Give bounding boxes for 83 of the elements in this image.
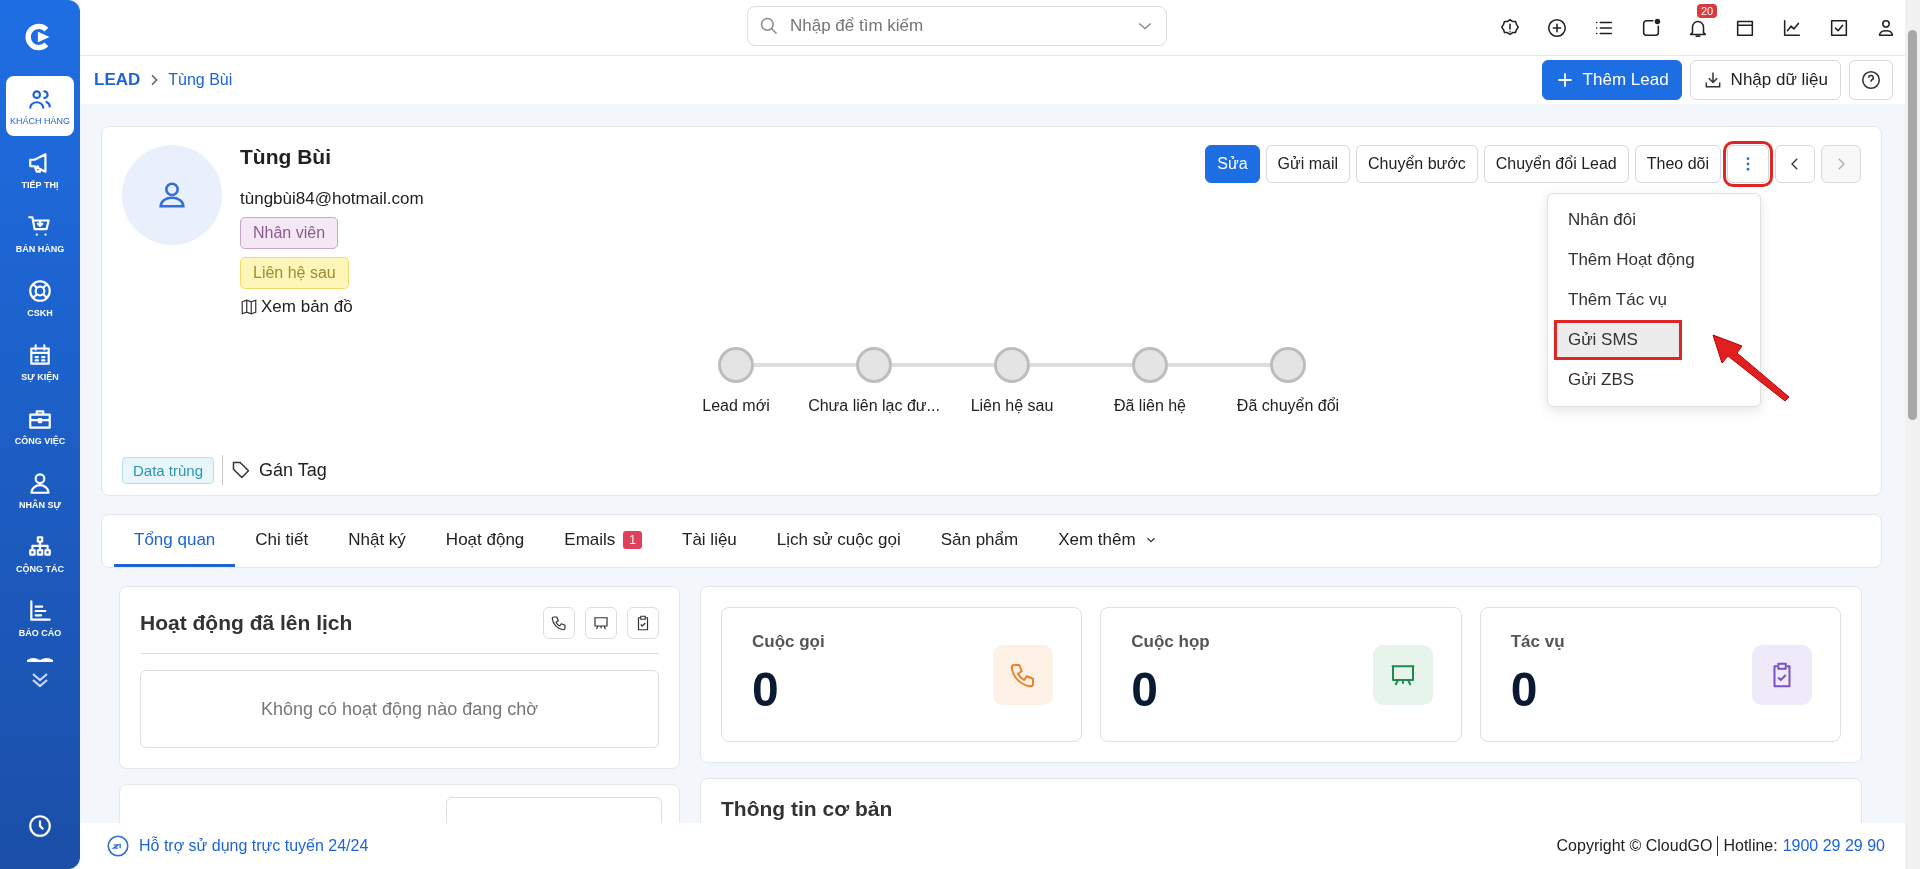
action-button[interactable]: Chuyển đổi Lead bbox=[1483, 145, 1629, 183]
stage-dot[interactable] bbox=[856, 347, 892, 383]
tab[interactable]: Chi tiết bbox=[235, 515, 329, 567]
email-text: tùngbùi84@hotmail.com bbox=[240, 189, 424, 209]
search-field[interactable]: Nhập để tìm kiếm bbox=[747, 6, 1167, 46]
sidebar-item[interactable]: CỘNG TÁC bbox=[6, 524, 74, 584]
clock-icon[interactable] bbox=[27, 813, 53, 839]
tab[interactable]: Tổng quan bbox=[114, 515, 236, 567]
tab[interactable]: Tài liệu bbox=[662, 515, 757, 567]
easel-icon bbox=[592, 614, 610, 632]
calendar-icon bbox=[27, 342, 53, 368]
sidebar-item[interactable]: KHÁCH HÀNG bbox=[6, 76, 74, 136]
sidebar-item[interactable]: BÁN HÀNG bbox=[6, 204, 74, 264]
add-lead-button[interactable]: Thêm Lead bbox=[1541, 60, 1682, 100]
action-button[interactable]: Chuyển bước bbox=[1356, 145, 1478, 183]
sidebar-item[interactable]: NHÂN SỰ bbox=[6, 460, 74, 520]
duplicate-badge: Data trùng bbox=[122, 456, 215, 484]
status-tag: Liên hệ sau bbox=[240, 257, 349, 289]
tab[interactable]: Lịch sử cuộc gọi bbox=[756, 515, 921, 567]
sidebar-item[interactable]: SỰ KIỆN bbox=[6, 332, 74, 392]
stage-label: Đã chuyển đổi bbox=[1236, 397, 1340, 415]
stat-value: 0 bbox=[1131, 662, 1160, 717]
chat-icon[interactable] bbox=[1640, 16, 1662, 39]
stage-dot[interactable] bbox=[994, 347, 1030, 383]
empty-message: Không có hoạt động nào đang chờ bbox=[140, 670, 659, 748]
add-icon[interactable] bbox=[1546, 16, 1568, 39]
sidebar-item[interactable]: CÔNG VIỆC bbox=[6, 396, 74, 456]
stage-label: Chưa liên lạc đư... bbox=[808, 397, 940, 415]
card-title: Thông tin cơ bản bbox=[721, 797, 893, 820]
sidebar-item[interactable]: TIẾP THỊ bbox=[6, 140, 74, 200]
tab[interactable]: Hoạt động bbox=[425, 515, 545, 567]
easel-button[interactable] bbox=[585, 607, 617, 639]
stage-dot[interactable] bbox=[1132, 347, 1168, 383]
map-link[interactable]: Xem bản đồ bbox=[261, 297, 353, 317]
support-link[interactable]: Hỗ trợ sử dụng trực tuyến 24/24 bbox=[139, 837, 369, 855]
help-icon bbox=[1860, 69, 1882, 91]
menu-item[interactable]: Thêm Tác vụ bbox=[1554, 280, 1754, 320]
breadcrumb-current: Tùng Bùi bbox=[168, 71, 233, 89]
copyright-text: Copyright © CloudGO bbox=[1556, 837, 1713, 855]
stat-value: 0 bbox=[752, 662, 780, 717]
status-tag: Nhân viên bbox=[240, 217, 339, 249]
action-button[interactable]: Theo dõi bbox=[1634, 145, 1721, 183]
clipboard-button[interactable] bbox=[627, 607, 659, 639]
sidebar-item[interactable]: CSKH bbox=[6, 268, 74, 328]
menu-item[interactable]: Gửi SMS bbox=[1554, 320, 1682, 360]
hotline-label: Hotline: bbox=[1723, 837, 1778, 855]
bar-chart-icon bbox=[27, 598, 53, 624]
more-icon bbox=[1746, 157, 1750, 171]
search-icon bbox=[759, 16, 779, 36]
tag-icon[interactable] bbox=[231, 460, 252, 480]
stat-label: Tác vụ bbox=[1510, 632, 1565, 652]
phone-icon bbox=[550, 614, 568, 632]
tab[interactable]: Sản phẩm bbox=[920, 515, 1039, 567]
menu-item[interactable]: Nhân đôi bbox=[1554, 200, 1754, 240]
lead-name: Tùng Bùi bbox=[240, 145, 331, 169]
stage-label: Liên hệ sau bbox=[970, 397, 1054, 415]
lifebuoy-icon bbox=[27, 278, 53, 304]
action-button[interactable]: Sửa bbox=[1205, 145, 1260, 183]
menu-item[interactable]: Thêm Hoạt động bbox=[1554, 240, 1754, 280]
map-icon bbox=[240, 298, 258, 316]
stage-label: Lead mới bbox=[702, 397, 770, 415]
stat-label: Cuộc gọi bbox=[752, 632, 825, 652]
stat-value: 0 bbox=[1510, 662, 1539, 717]
sidebar-item[interactable]: BÁO CÁO bbox=[6, 588, 74, 648]
import-button[interactable]: Nhập dữ liệu bbox=[1689, 60, 1841, 100]
tab[interactable]: Nhật ký bbox=[328, 515, 426, 567]
phone-button[interactable] bbox=[543, 607, 575, 639]
tab[interactable]: Emails 1 bbox=[544, 515, 662, 567]
stage-label: Đã liên hệ bbox=[1113, 397, 1186, 415]
notification-badge: 20 bbox=[1697, 3, 1718, 18]
person-icon bbox=[27, 470, 53, 496]
breadcrumb-link[interactable]: LEAD bbox=[94, 70, 141, 90]
stage-dot[interactable] bbox=[718, 347, 754, 383]
card-title: Hoạt động đã lên lịch bbox=[140, 611, 353, 635]
help-button[interactable] bbox=[1849, 60, 1893, 100]
assign-tag-link[interactable]: Gán Tag bbox=[259, 459, 327, 481]
stage-dot[interactable] bbox=[1270, 347, 1306, 383]
tab[interactable]: Xem thêm bbox=[1038, 515, 1178, 567]
hotline-link[interactable]: 1900 29 29 90 bbox=[1782, 837, 1885, 855]
scrollbar[interactable] bbox=[1905, 0, 1920, 869]
menu-item[interactable]: Gửi ZBS bbox=[1554, 360, 1754, 400]
stat-label: Cuộc họp bbox=[1131, 632, 1210, 652]
action-button[interactable]: Gửi mail bbox=[1265, 145, 1351, 183]
